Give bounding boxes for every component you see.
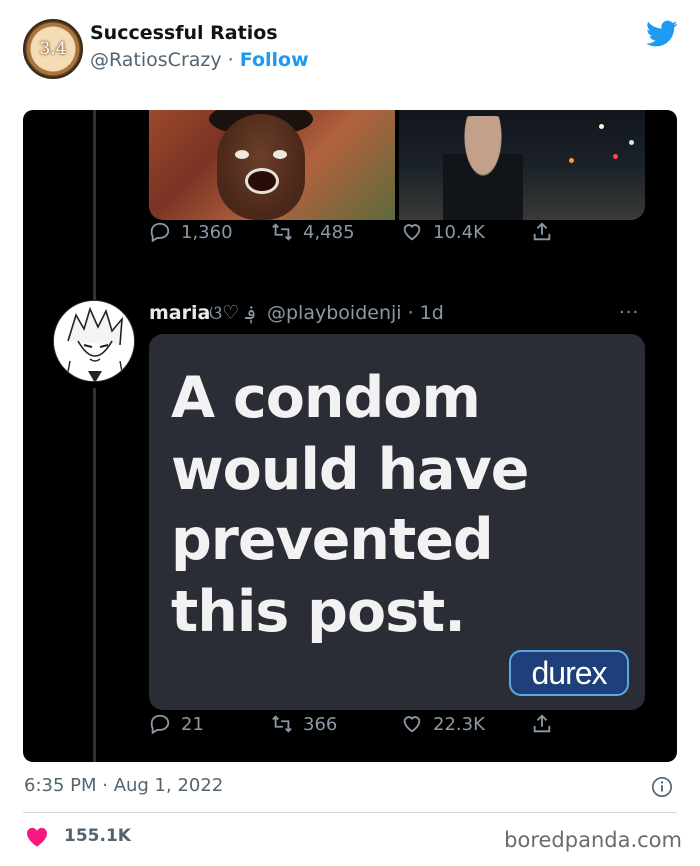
street-light <box>613 154 618 159</box>
post-image-street[interactable] <box>399 110 645 220</box>
street-light <box>599 124 604 129</box>
reply-icon <box>150 714 170 735</box>
heart-outline-icon <box>403 224 421 241</box>
anime-avatar-drawing <box>54 301 134 381</box>
tweet-timestamp[interactable]: 6:35 PM · Aug 1, 2022 <box>24 775 223 796</box>
retweet-action[interactable]: 366 <box>271 713 337 735</box>
reply-action[interactable]: 21 <box>149 713 204 735</box>
author-avatar[interactable]: 3.4 <box>23 19 83 79</box>
person <box>443 116 523 220</box>
street-light <box>569 158 574 163</box>
reply-avatar[interactable] <box>53 300 135 382</box>
share-action[interactable] <box>531 221 553 243</box>
eye <box>273 150 287 159</box>
reply-count: 1,360 <box>181 221 233 243</box>
retweet-count: 4,485 <box>303 221 355 243</box>
reply-count: 21 <box>181 713 204 735</box>
watermark: boredpanda.com <box>504 828 682 852</box>
share-icon <box>533 222 551 241</box>
post-image-face[interactable] <box>149 110 395 220</box>
reply-image[interactable]: A condom would have prevented this post.… <box>149 334 645 710</box>
embedded-screenshot: 1,360 4,485 10.4K maria ଓ♡ ؋ @playboiden… <box>23 110 677 762</box>
heart-outline-icon <box>403 716 421 733</box>
like-action[interactable]: 10.4K <box>401 221 485 243</box>
mouth <box>245 168 279 194</box>
retweet-icon <box>272 715 292 733</box>
image-text-line: A condom <box>171 365 481 431</box>
like-count: 22.3K <box>433 713 485 735</box>
reply-icon <box>150 222 170 243</box>
retweet-icon <box>272 223 292 241</box>
street-light <box>629 140 634 145</box>
eye <box>235 150 249 159</box>
thread-line <box>93 110 96 310</box>
share-icon <box>533 714 551 733</box>
share-action[interactable] <box>531 713 553 735</box>
like-action[interactable]: 22.3K <box>401 713 485 735</box>
thread-line <box>93 388 96 762</box>
retweet-action[interactable]: 4,485 <box>271 221 355 243</box>
durex-logo: durex <box>509 650 629 696</box>
more-options-icon[interactable]: ··· <box>619 302 639 323</box>
like-count: 10.4K <box>433 221 485 243</box>
logo-text: durex <box>531 654 607 691</box>
follow-link[interactable]: Follow <box>240 49 309 71</box>
reply-author-handle[interactable]: @playboidenji · 1d <box>267 302 444 324</box>
heart-filled-icon[interactable] <box>26 827 48 847</box>
footer-divider <box>23 812 677 813</box>
reply-author-decoration: ଓ♡ ؋ <box>209 302 257 324</box>
image-text-line: this post. <box>171 579 466 645</box>
author-handle-row: @RatiosCrazy · Follow <box>90 49 309 71</box>
tweet-like-count[interactable]: 155.1K <box>64 826 131 846</box>
author-handle[interactable]: @RatiosCrazy <box>90 49 222 71</box>
image-text-line: prevented <box>171 507 494 573</box>
retweet-count: 366 <box>303 713 338 735</box>
info-icon[interactable] <box>651 776 673 798</box>
reply-action[interactable]: 1,360 <box>149 221 233 243</box>
handle-separator: · <box>227 49 234 71</box>
face <box>217 114 305 220</box>
author-name[interactable]: Successful Ratios <box>90 22 278 44</box>
image-text-line: would have <box>171 437 529 503</box>
twitter-bird-icon[interactable] <box>646 20 678 48</box>
avatar-label: 3.4 <box>39 39 67 59</box>
reply-author-name[interactable]: maria <box>149 302 210 324</box>
